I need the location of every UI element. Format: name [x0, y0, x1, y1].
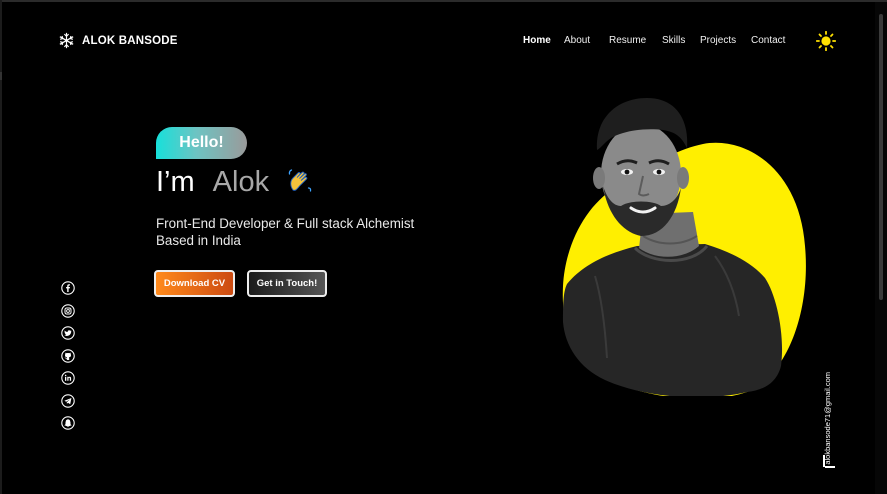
- nav-resume[interactable]: Resume: [609, 35, 646, 46]
- social-links: [61, 281, 75, 430]
- instagram-icon[interactable]: [61, 303, 75, 318]
- brand-logo[interactable]: ALOK BANSODE: [58, 32, 178, 49]
- github-icon[interactable]: [61, 348, 75, 363]
- greeting-prefix: I’m: [156, 166, 195, 198]
- side-email-link[interactable]: alokbansode71@gmail.com: [823, 372, 832, 465]
- nav-skills[interactable]: Skills: [662, 35, 685, 46]
- nav-contact[interactable]: Contact: [751, 35, 785, 46]
- get-in-touch-button[interactable]: Get in Touch!: [247, 270, 327, 297]
- scrollbar-thumb[interactable]: [879, 14, 883, 300]
- facebook-icon[interactable]: [61, 281, 75, 295]
- snapchat-icon[interactable]: [61, 416, 75, 430]
- tagline-line-1: Front-End Developer & Full stack Alchemi…: [156, 216, 415, 231]
- greeting-name: Alok: [212, 166, 270, 198]
- hero-tagline: Front-End Developer & Full stack Alchemi…: [156, 215, 414, 249]
- waving-hand-icon: [287, 168, 313, 194]
- snowflake-logo-icon: [58, 32, 75, 49]
- telegram-icon[interactable]: [61, 393, 75, 408]
- profile-portrait: [555, 96, 815, 400]
- hello-badge: Hello!: [156, 127, 247, 159]
- download-cv-button[interactable]: Download CV: [154, 270, 235, 297]
- linkedin-icon[interactable]: [61, 371, 75, 385]
- tagline-line-2: Based in India: [156, 233, 241, 248]
- brand-name: ALOK BANSODE: [82, 34, 178, 47]
- portrait-shirt: [563, 244, 783, 398]
- email-line-horizontal: [825, 466, 835, 468]
- twitter-icon[interactable]: [61, 326, 75, 340]
- nav-projects[interactable]: Projects: [700, 35, 736, 46]
- window-left-notch: [0, 72, 2, 80]
- nav-about[interactable]: About: [564, 35, 590, 46]
- window-top-border: [0, 0, 887, 2]
- hero-greeting: I’m Alok: [156, 168, 313, 197]
- nav-home[interactable]: Home: [523, 35, 551, 46]
- sun-icon[interactable]: [815, 30, 837, 52]
